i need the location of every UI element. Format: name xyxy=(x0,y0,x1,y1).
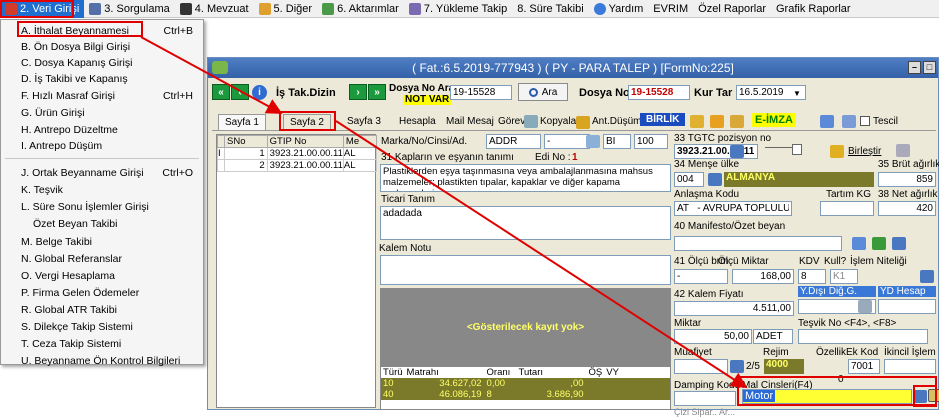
arrow-to-mal-cinsleri xyxy=(335,120,748,389)
annotation-arrows xyxy=(140,36,748,389)
arrow-to-sayfa-2 xyxy=(140,36,283,114)
